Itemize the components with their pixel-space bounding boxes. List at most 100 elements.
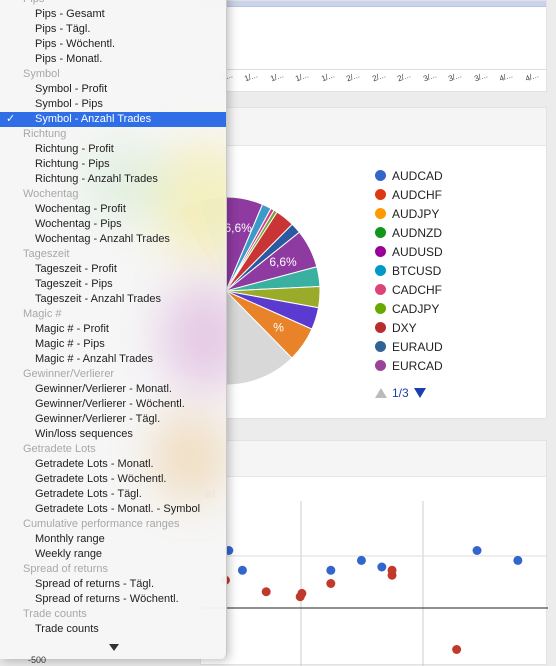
- menu-row-label: Gewinner/Verlierer - Wöchentl.: [35, 398, 185, 410]
- scatter-point[interactable]: [377, 562, 387, 572]
- menu-item[interactable]: Tageszeit - Profit: [0, 262, 226, 277]
- legend-label: AUDJPY: [392, 206, 440, 221]
- legend-color-dot: [375, 341, 386, 352]
- menu-group-header: Richtung: [0, 127, 226, 142]
- menu-item[interactable]: Trade counts: [0, 622, 226, 637]
- menu-item[interactable]: Getradete Lots - Wöchentl.: [0, 472, 226, 487]
- menu-row-label: Wochentag - Profit: [35, 203, 126, 215]
- legend-item: AUDJPY: [375, 204, 545, 223]
- legend-item: AUDNZD: [375, 223, 545, 242]
- scatter-point[interactable]: [356, 555, 366, 565]
- legend-item: EURCAD: [375, 356, 545, 375]
- menu-row-label: Getradete Lots - Wöchentl.: [35, 473, 167, 485]
- y-tick-label: -500: [28, 655, 47, 665]
- legend-label: EURAUD: [392, 339, 443, 354]
- page-up-icon[interactable]: [375, 388, 387, 398]
- legend-label: CADJPY: [392, 301, 440, 316]
- pie-slice-label: 6,6%: [269, 255, 297, 269]
- menu-item[interactable]: Gewinner/Verlierer - Monatl.: [0, 382, 226, 397]
- scatter-point[interactable]: [387, 565, 397, 575]
- menu-item[interactable]: Pips - Tägl.: [0, 22, 226, 37]
- legend-color-dot: [375, 284, 386, 295]
- menu-row-label: Gewinner/Verlierer - Tägl.: [35, 413, 161, 425]
- menu-item[interactable]: Richtung - Pips: [0, 157, 226, 172]
- menu-item[interactable]: Richtung - Profit: [0, 142, 226, 157]
- menu-row-label: Tageszeit - Profit: [35, 263, 117, 275]
- menu-item[interactable]: Symbol - Pips: [0, 97, 226, 112]
- menu-item[interactable]: Wochentag - Pips: [0, 217, 226, 232]
- menu-list: Pips Pips - Gesamt Pips - Tägl. Pips - Wöch…: [0, 0, 226, 637]
- menu-row-label: Gewinner/Verlierer: [23, 368, 115, 380]
- menu-row-label: Trade counts: [35, 623, 99, 635]
- menu-item[interactable]: Tageszeit - Anzahl Trades: [0, 292, 226, 307]
- legend-label: BTCUSD: [392, 263, 442, 278]
- menu-item[interactable]: Wochentag - Profit: [0, 202, 226, 217]
- menu-row-label: Getradete Lots - Monatl. - Symbol: [35, 503, 201, 515]
- menu-item[interactable]: Wochentag - Anzahl Trades: [0, 232, 226, 247]
- menu-item[interactable]: Monthly range: [0, 532, 226, 547]
- menu-row-label: Pips: [23, 0, 44, 5]
- scatter-point[interactable]: [472, 546, 482, 555]
- scatter-point[interactable]: [237, 565, 247, 575]
- menu-item[interactable]: Getradete Lots - Monatl. - Symbol: [0, 502, 226, 517]
- panel-header-strip: [201, 1, 546, 7]
- menu-row-label: Magic # - Pips: [35, 338, 105, 350]
- legend-label: EURCAD: [392, 358, 443, 373]
- scatter-point[interactable]: [326, 565, 336, 575]
- menu-item[interactable]: Gewinner/Verlierer - Tägl.: [0, 412, 226, 427]
- menu-row-label: Symbol - Profit: [35, 83, 108, 95]
- menu-item[interactable]: Tageszeit - Pips: [0, 277, 226, 292]
- menu-item[interactable]: Magic # - Profit: [0, 322, 226, 337]
- scatter-point[interactable]: [326, 579, 336, 588]
- menu-row-label: Tageszeit - Anzahl Trades: [35, 293, 161, 305]
- menu-item[interactable]: Gewinner/Verlierer - Wöchentl.: [0, 397, 226, 412]
- scatter-point[interactable]: [513, 555, 523, 565]
- menu-item[interactable]: Magic # - Pips: [0, 337, 226, 352]
- menu-item[interactable]: Richtung - Anzahl Trades: [0, 172, 226, 187]
- menu-row-label: Getradete Lots: [23, 443, 96, 455]
- scatter-point[interactable]: [261, 587, 271, 597]
- menu-item[interactable]: Pips - Gesamt: [0, 7, 226, 22]
- x-axis-ticks: 1/...1/...1/...1/...1/...2/...2/...2/...…: [218, 70, 546, 83]
- menu-item[interactable]: Pips - Monatl.: [0, 52, 226, 67]
- legend-label: AUDUSD: [392, 244, 443, 259]
- legend-color-dot: [375, 322, 386, 333]
- legend-item: BTCUSD: [375, 261, 545, 280]
- menu-group-header: Magic #: [0, 307, 226, 322]
- scatter-point[interactable]: [452, 645, 462, 654]
- legend-item: CADJPY: [375, 299, 545, 318]
- menu-item[interactable]: Getradete Lots - Monatl.: [0, 457, 226, 472]
- legend-label: CADCHF: [392, 282, 442, 297]
- menu-row-label: Win/loss sequences: [35, 428, 133, 440]
- page-down-icon[interactable]: [413, 388, 426, 398]
- menu-row-label: Magic # - Profit: [35, 323, 109, 335]
- pie-slice-label: 6,6%: [224, 221, 252, 235]
- menu-item[interactable]: ✓ Symbol - Anzahl Trades: [0, 112, 226, 127]
- top-chart-panel: 1/...1/...1/...1/...1/...2/...2/...2/...…: [200, 0, 547, 92]
- menu-group-header: Trade counts: [0, 607, 226, 622]
- menu-item[interactable]: Magic # - Anzahl Trades: [0, 352, 226, 367]
- menu-group-header: Symbol: [0, 67, 226, 82]
- menu-group-header: Getradete Lots: [0, 442, 226, 457]
- menu-item[interactable]: Getradete Lots - Tägl.: [0, 487, 226, 502]
- menu-item[interactable]: Symbol - Profit: [0, 82, 226, 97]
- menu-item[interactable]: Pips - Wöchentl.: [0, 37, 226, 52]
- panel-header-strip: [201, 441, 546, 477]
- legend-item: AUDCAD: [375, 166, 545, 185]
- menu-item[interactable]: Win/loss sequences: [0, 427, 226, 442]
- scatter-point[interactable]: [297, 588, 307, 598]
- menu-item[interactable]: Spread of returns - Wöchentl.: [0, 592, 226, 607]
- scatter-chart-panel: ät: [200, 440, 548, 666]
- scroll-down-icon[interactable]: [109, 644, 119, 651]
- chart-type-dropdown-menu[interactable]: Pips Pips - Gesamt Pips - Tägl. Pips - Wöch…: [0, 0, 227, 659]
- menu-row-label: Tageszeit - Pips: [35, 278, 113, 290]
- checkmark-icon: ✓: [6, 113, 16, 125]
- menu-row-label: Spread of returns: [23, 563, 108, 575]
- legend-color-dot: [375, 170, 386, 181]
- menu-row-label: Richtung - Pips: [35, 158, 110, 170]
- menu-row-label: Tageszeit: [23, 248, 70, 260]
- menu-item[interactable]: Weekly range: [0, 547, 226, 562]
- menu-item[interactable]: Spread of returns - Tägl.: [0, 577, 226, 592]
- menu-row-label: Getradete Lots - Tägl.: [35, 488, 142, 500]
- menu-group-header: Pips: [0, 0, 226, 7]
